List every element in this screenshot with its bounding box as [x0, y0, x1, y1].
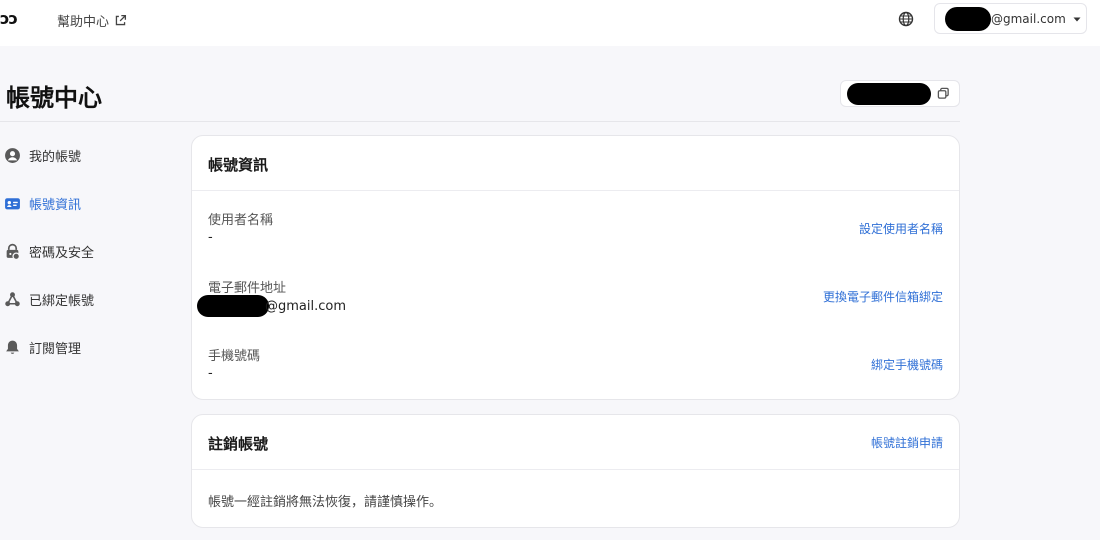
sidebar-item-account-info[interactable]: 帳號資訊 [4, 192, 81, 214]
copy-icon[interactable] [937, 87, 950, 100]
delete-account-note: 帳號一經註銷將無法恢復，請謹慎操作。 [208, 495, 443, 510]
delete-account-header: 註銷帳號 帳號註銷申請 [192, 415, 959, 470]
page-title: 帳號中心 [6, 84, 102, 112]
delete-account-request-link[interactable]: 帳號註銷申請 [871, 434, 943, 451]
header-divider [0, 121, 960, 122]
username-value: - [208, 230, 213, 245]
account-info-header: 帳號資訊 [192, 136, 959, 191]
email-label: 電子郵件地址 [208, 281, 287, 296]
lock-shield-icon [6, 243, 21, 260]
username-row: 使用者名稱 - 設定使用者名稱 [208, 209, 943, 259]
sidebar-item-label: 密碼及安全 [29, 245, 95, 261]
redacted-user-id [847, 82, 931, 105]
email-value: @gmail.com [197, 295, 346, 317]
sidebar-item-password-security[interactable]: 密碼及安全 [4, 240, 94, 262]
external-link-icon [115, 14, 127, 26]
logo[interactable]: ɔɔ [0, 9, 18, 28]
phone-value: - [208, 366, 213, 381]
bell-icon [6, 340, 19, 354]
redacted-email-name [197, 295, 269, 317]
help-center-label: 幫助中心 [57, 15, 110, 30]
account-menu-button[interactable]: @gmail.com [934, 3, 1087, 34]
phone-row: 手機號碼 - 綁定手機號碼 [208, 345, 943, 395]
email-row: 電子郵件地址 @gmail.com 更換電子郵件信箱綁定 [197, 277, 943, 327]
sidebar-item-label: 已綁定帳號 [29, 293, 95, 309]
delete-account-card: 註銷帳號 帳號註銷申請 帳號一經註銷將無法恢復，請謹慎操作。 [191, 414, 960, 528]
id-card-icon [5, 197, 20, 209]
caret-down-icon [1073, 17, 1081, 21]
account-info-title: 帳號資訊 [208, 156, 269, 174]
sidebar-item-subscriptions[interactable]: 訂閱管理 [4, 336, 81, 358]
account-email-suffix: @gmail.com [991, 11, 1066, 26]
sidebar-item-label: 訂閱管理 [29, 341, 82, 357]
set-username-link[interactable]: 設定使用者名稱 [859, 220, 943, 237]
sidebar-item-my-account[interactable]: 我的帳號 [4, 144, 81, 166]
change-email-link[interactable]: 更換電子郵件信箱綁定 [823, 288, 943, 305]
delete-account-title: 註銷帳號 [208, 435, 269, 453]
sidebar-item-label: 我的帳號 [29, 149, 82, 165]
user-id-chip [840, 80, 960, 107]
username-label: 使用者名稱 [208, 213, 274, 228]
account-info-card: 帳號資訊 使用者名稱 - 設定使用者名稱 電子郵件地址 @gmail.com 更… [191, 135, 960, 400]
bind-phone-link[interactable]: 綁定手機號碼 [871, 356, 943, 373]
phone-label: 手機號碼 [208, 349, 261, 364]
user-circle-icon [5, 147, 20, 163]
globe-icon[interactable] [898, 11, 914, 27]
email-suffix: @gmail.com [265, 298, 347, 314]
top-bar: ɔɔ 幫助中心 @gmail.com [0, 0, 1100, 46]
help-center-link[interactable]: 幫助中心 [57, 11, 127, 30]
redacted-email-name [945, 6, 991, 31]
sidebar-item-label: 帳號資訊 [29, 197, 82, 213]
sidebar-item-linked-accounts[interactable]: 已綁定帳號 [4, 288, 94, 310]
link-nodes-icon [5, 291, 20, 306]
